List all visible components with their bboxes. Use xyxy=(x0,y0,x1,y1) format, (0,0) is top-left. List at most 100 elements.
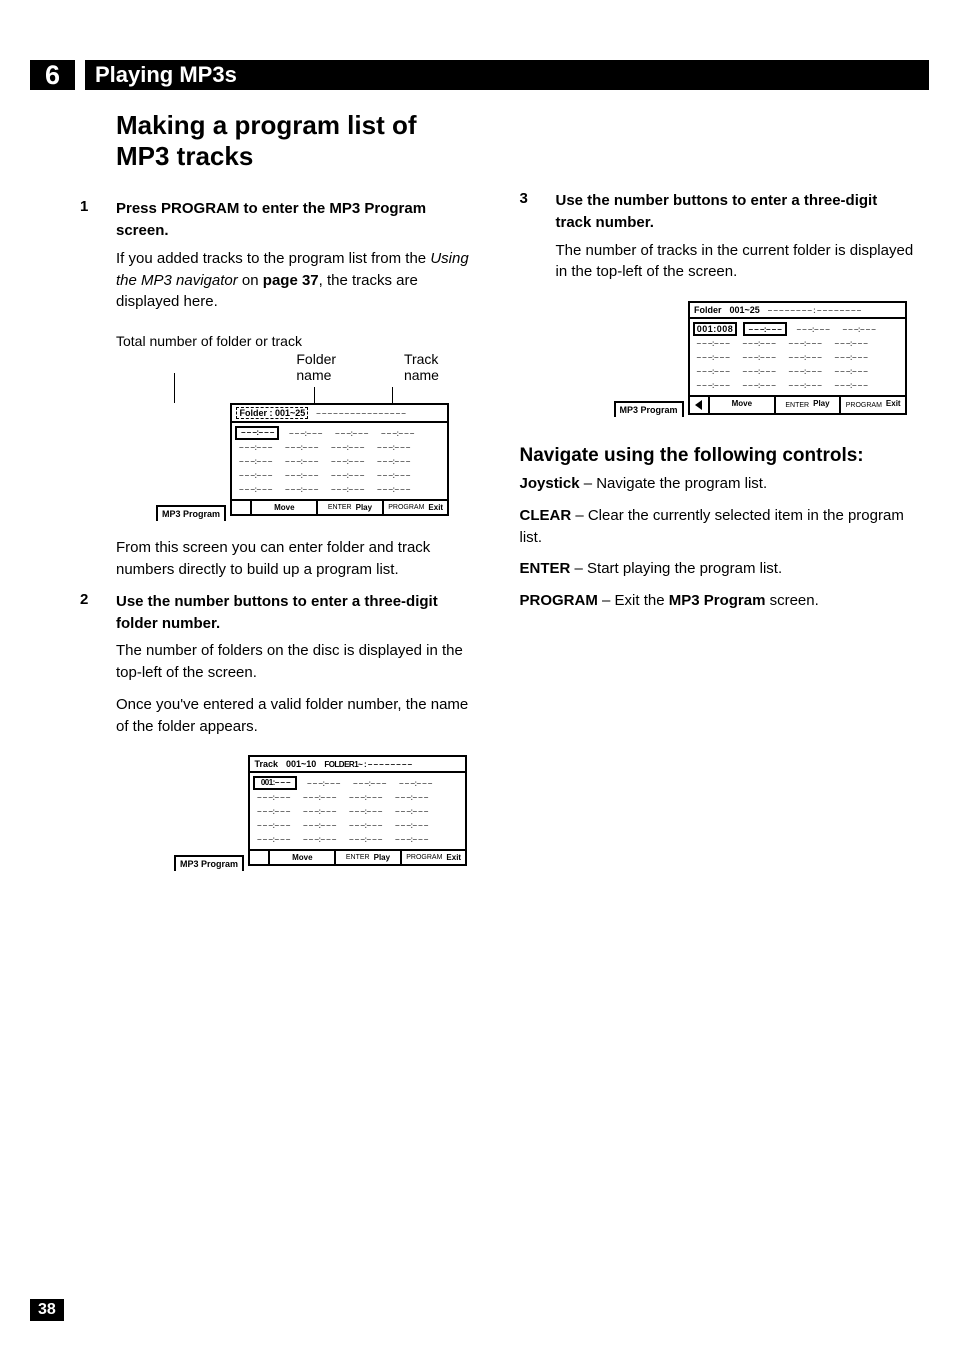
ss-play: Play xyxy=(374,853,390,862)
ss-cell xyxy=(300,820,338,830)
screenshot-3: Folder 001~25 – – – – – – – – : – – – – … xyxy=(688,301,907,415)
ss-cell xyxy=(786,366,824,376)
page-ref: page 37 xyxy=(263,272,319,289)
ctrl-desc: – Navigate the program list. xyxy=(580,475,768,492)
left-column: Making a program list of MP3 tracks 1 Pr… xyxy=(80,110,475,887)
step-number: 3 xyxy=(520,190,556,293)
ss-cell xyxy=(254,806,292,816)
ss-play: Play xyxy=(356,503,372,512)
ss-cell xyxy=(236,442,274,452)
ss-cell xyxy=(254,834,292,844)
screenshot-1: Folder : 001~25 – – – – – – – – – – – – … xyxy=(230,403,449,516)
step-number: 2 xyxy=(80,591,116,748)
ss-cell xyxy=(328,484,366,494)
ctrl-desc-b: MP3 Program xyxy=(669,592,766,609)
ss-move: Move xyxy=(732,399,752,411)
ss-cell xyxy=(304,778,342,788)
ss-cell xyxy=(374,470,412,480)
ss-enter-lbl: ENTER xyxy=(346,854,370,861)
screenshot-tab: MP3 Program xyxy=(174,855,244,871)
ctrl-desc-c: screen. xyxy=(765,592,818,609)
step-heading: Press PROGRAM to enter the MP3 Program s… xyxy=(116,198,475,242)
arrow-left-icon xyxy=(695,400,702,410)
section-title: Making a program list of MP3 tracks xyxy=(80,110,475,172)
ss-cell xyxy=(832,366,870,376)
ss-cell xyxy=(328,442,366,452)
annot-total: Total number of folder or track xyxy=(116,331,475,351)
step-number: 1 xyxy=(80,198,116,323)
ss-cell xyxy=(300,792,338,802)
ss-cell xyxy=(282,456,320,466)
step-2: 2 Use the number buttons to enter a thre… xyxy=(80,591,475,748)
ss-cell xyxy=(350,778,388,788)
ss-cell xyxy=(282,484,320,494)
ss-cell xyxy=(236,456,274,466)
ss-cell xyxy=(694,338,732,348)
ss-cell xyxy=(254,820,292,830)
chapter-title: Playing MP3s xyxy=(85,60,237,90)
ss-program-lbl: PROGRAM xyxy=(846,402,882,409)
ss-cell xyxy=(392,820,430,830)
text: If you added tracks to the program list … xyxy=(116,250,430,267)
ss-cell xyxy=(786,380,824,390)
ss-cell xyxy=(743,322,787,336)
step-3: 3 Use the number buttons to enter a thre… xyxy=(520,190,915,293)
ss-move: Move xyxy=(274,503,294,512)
ss-top-b: 001~10 xyxy=(286,759,316,769)
ss-move: Move xyxy=(292,853,312,862)
annot-folder-name: Folder name xyxy=(296,351,372,383)
ss-cell xyxy=(346,806,384,816)
ss-cell xyxy=(694,380,732,390)
nav-heading: Navigate using the following controls: xyxy=(520,445,915,467)
step-1: 1 Press PROGRAM to enter the MP3 Program… xyxy=(80,198,475,323)
ss-cell xyxy=(346,820,384,830)
chapter-gap xyxy=(75,60,85,90)
screenshot-2: Track 001~10 FOLDER1~ : – – – – – – – – … xyxy=(248,755,467,866)
ss-cell xyxy=(282,442,320,452)
ss-cell xyxy=(392,834,430,844)
ss-cell xyxy=(282,470,320,480)
ss-exit: Exit xyxy=(446,853,461,862)
ss-cell xyxy=(786,352,824,362)
ss-program-lbl: PROGRAM xyxy=(406,854,442,861)
chapter-header: 6 Playing MP3s xyxy=(30,60,929,90)
ss-footer: Move ENTERPlay PROGRAMExit xyxy=(232,499,447,514)
ss-cell-selected: 001:– – – xyxy=(253,776,297,790)
ss-cell xyxy=(396,778,434,788)
ss-cell xyxy=(694,366,732,376)
ss-top-b: 001~25 xyxy=(730,305,760,315)
step-1-after: From this screen you can enter folder an… xyxy=(116,537,475,581)
ss-cell xyxy=(346,792,384,802)
ss-top-a: Track xyxy=(254,759,278,769)
ctrl-desc: – Start playing the program list. xyxy=(570,560,782,577)
ctrl-name: ENTER xyxy=(520,560,571,577)
step-heading: Use the number buttons to enter a three-… xyxy=(116,591,475,635)
ss-cell xyxy=(832,380,870,390)
ss-cell xyxy=(392,792,430,802)
ss-enter-lbl: ENTER xyxy=(785,402,809,409)
ss-exit: Exit xyxy=(428,503,443,512)
figure-1: Total number of folder or track Folder n… xyxy=(116,331,475,519)
ss-cell xyxy=(786,338,824,348)
ctrl-desc-a: – Exit the xyxy=(598,592,669,609)
ss-cell xyxy=(374,442,412,452)
figure-2: MP3 Program Track 001~10 FOLDER1~ : – – … xyxy=(174,755,475,869)
step-body: Once you've entered a valid folder numbe… xyxy=(116,694,475,738)
chapter-number: 6 xyxy=(30,60,75,90)
screenshot-tab: MP3 Program xyxy=(614,401,684,417)
ss-cell xyxy=(740,338,778,348)
ss-cell xyxy=(840,324,878,334)
annot-track-name: Track name xyxy=(404,351,475,383)
ss-cell xyxy=(328,456,366,466)
ctrl-name: Joystick xyxy=(520,475,580,492)
ss-exit: Exit xyxy=(886,399,901,411)
ss-cell xyxy=(332,428,370,438)
content-columns: Making a program list of MP3 tracks 1 Pr… xyxy=(80,110,914,887)
ctrl-desc: – Clear the currently selected item in t… xyxy=(520,507,904,546)
text: on xyxy=(238,272,263,289)
ctrl-name: PROGRAM xyxy=(520,592,598,609)
ss-cell xyxy=(300,834,338,844)
ss-cell xyxy=(378,428,416,438)
ss-cell xyxy=(374,456,412,466)
screenshot-tab: MP3 Program xyxy=(156,505,226,521)
